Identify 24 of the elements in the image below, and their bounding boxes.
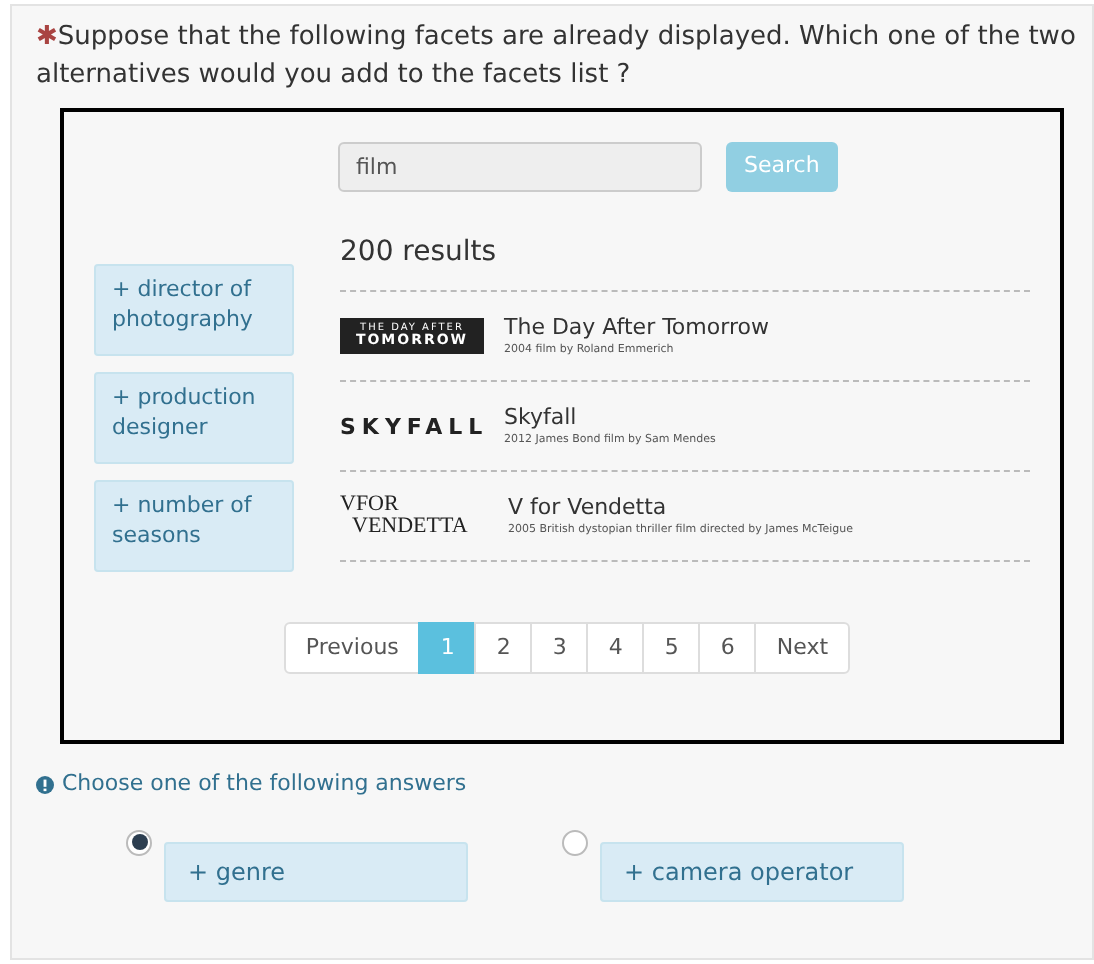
page-link[interactable]: 6: [698, 622, 757, 674]
results-count: 200 results: [340, 232, 1030, 292]
page-link[interactable]: 3: [530, 622, 589, 674]
page-link[interactable]: 2: [474, 622, 533, 674]
answer-option[interactable]: + camera operator: [600, 841, 904, 901]
page-link[interactable]: 4: [586, 622, 645, 674]
facet-item[interactable]: + number of seasons: [94, 480, 294, 572]
page-link[interactable]: 5: [642, 622, 701, 674]
info-icon: [36, 775, 54, 794]
instruction-text: Choose one of the following answers: [62, 768, 467, 800]
movie-logo: VFOR VENDETTA: [340, 494, 470, 538]
result-title[interactable]: Skyfall: [504, 402, 716, 432]
result-title[interactable]: V for Vendetta: [508, 492, 853, 522]
search-field[interactable]: film: [338, 142, 702, 192]
radio-button[interactable]: [126, 829, 152, 855]
answer-option[interactable]: + genre: [164, 841, 468, 901]
result-title[interactable]: The Day After Tomorrow: [504, 312, 769, 342]
radio-button[interactable]: [562, 829, 588, 855]
facet-item[interactable]: + production designer: [94, 372, 294, 464]
question-text: ✱Suppose that the following facets are already displayed. Which one of the two alternatives would you add to the facets list ?: [36, 20, 1078, 94]
facet-item[interactable]: + director of photography: [94, 264, 294, 356]
page-link[interactable]: Previous: [283, 622, 421, 674]
page-link[interactable]: Next: [754, 622, 851, 674]
movie-logo: SKYFALL: [340, 415, 484, 437]
